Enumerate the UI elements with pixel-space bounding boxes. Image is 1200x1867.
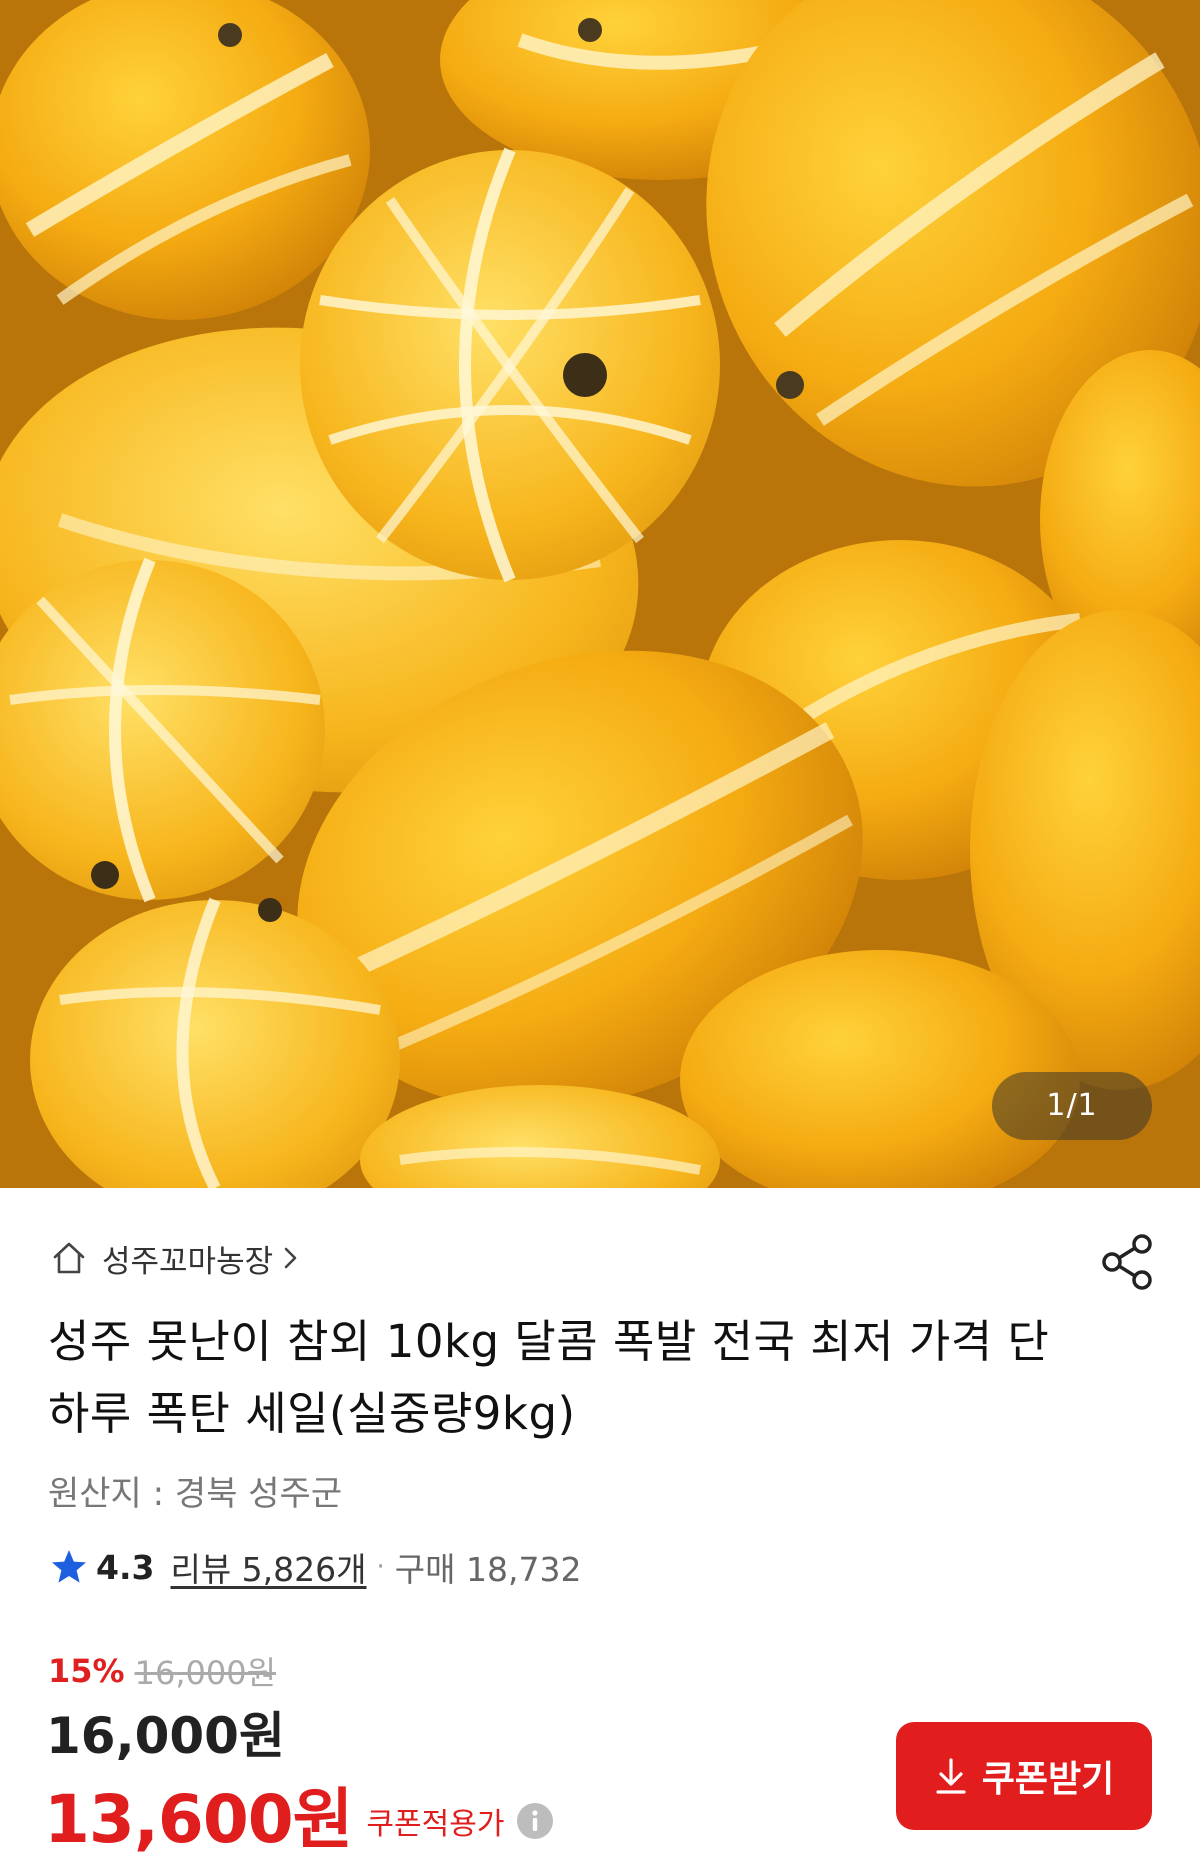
discount-row: 15% 16,000원 <box>48 1648 276 1694</box>
download-icon <box>936 1758 966 1794</box>
chevron-right-icon <box>284 1247 297 1269</box>
rating-score: 4.3 <box>96 1547 155 1587</box>
get-coupon-button[interactable]: 쿠폰받기 <box>896 1722 1152 1830</box>
product-detail-page: 1/1 성주꼬마농장 성주 못난이 참외 10kg 달콤 폭발 전국 최저 가격… <box>0 0 1200 1867</box>
coupon-price-label: 쿠폰적용가 <box>366 1807 505 1842</box>
star-icon <box>52 1550 86 1583</box>
home-icon <box>53 1242 85 1274</box>
product-info: 성주꼬마농장 성주 못난이 참외 10kg 달콤 폭발 전국 최저 가격 단 하… <box>0 1188 1200 1867</box>
product-image[interactable]: 1/1 <box>0 0 1200 1188</box>
product-origin: 원산지 : 경북 성주군 <box>48 1474 343 1514</box>
discount-rate: 15% <box>48 1652 125 1690</box>
get-coupon-label: 쿠폰받기 <box>981 1759 1115 1800</box>
share-icon[interactable] <box>1100 1232 1156 1292</box>
review-count-link[interactable]: 리뷰 5,826개 <box>170 1543 366 1591</box>
original-price: 16,000원 <box>134 1654 277 1692</box>
sale-price: 16,000원 <box>46 1707 285 1765</box>
info-icon[interactable] <box>516 1802 554 1840</box>
coupon-price: 13,600원 <box>44 1781 353 1858</box>
rating-summary: 4.3 리뷰 5,826개 · 구매 18,732 <box>50 1543 581 1591</box>
store-link[interactable]: 성주꼬마농장 <box>50 1236 299 1280</box>
image-counter: 1/1 <box>992 1072 1152 1140</box>
purchase-count: 구매 18,732 <box>394 1550 582 1589</box>
separator-dot: · <box>376 1552 385 1582</box>
korean-melon-photo <box>0 0 1200 1188</box>
coupon-price-row: 13,600원 쿠폰적용가 <box>44 1766 554 1862</box>
product-title: 성주 못난이 참외 10kg 달콤 폭발 전국 최저 가격 단 하루 폭탄 세일… <box>48 1315 1050 1440</box>
store-name: 성주꼬마농장 <box>102 1243 274 1280</box>
